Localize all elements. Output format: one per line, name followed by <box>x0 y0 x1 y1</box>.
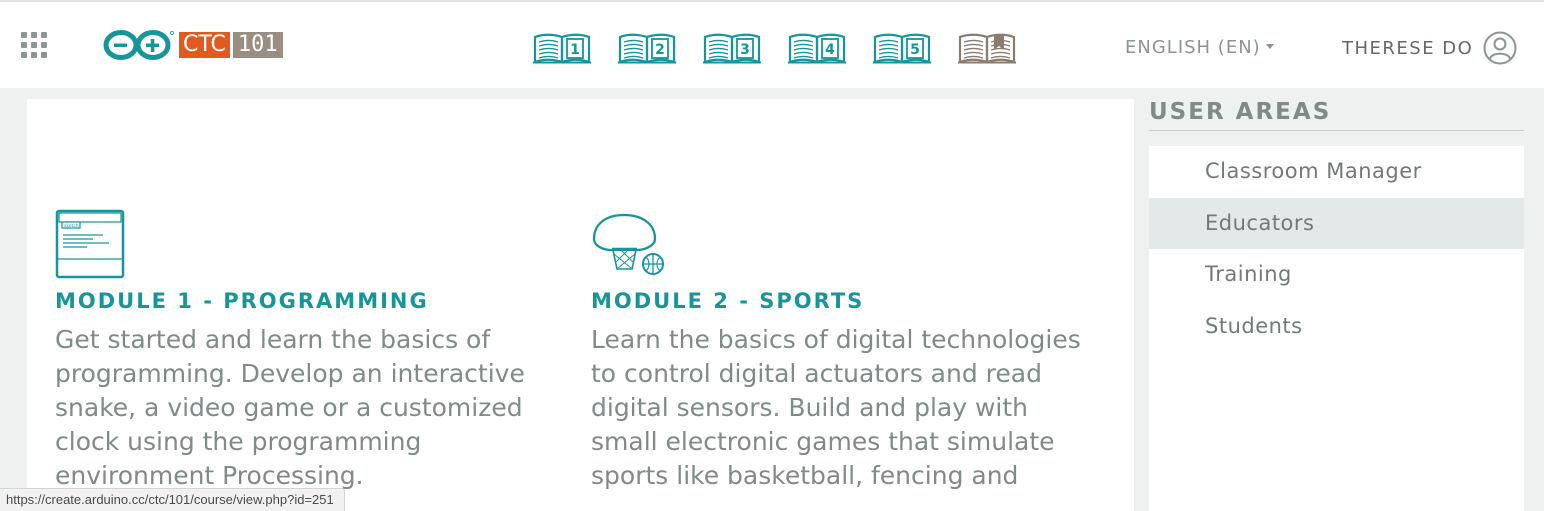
module-1-description: Get started and learn the basics of prog… <box>55 325 525 490</box>
arduino-logo-icon <box>103 30 175 60</box>
module-3-book-icon[interactable]: 3 <box>703 32 761 64</box>
caret-down-icon <box>1265 44 1274 49</box>
user-areas-sidebar: USER AREAS Classroom Manager Educators T… <box>1149 99 1524 511</box>
svg-text:sketch: sketch <box>64 223 79 229</box>
book-number-label: 5 <box>910 42 920 58</box>
user-avatar-icon <box>1483 31 1517 65</box>
module-2-book-icon[interactable]: 2 <box>618 32 676 64</box>
user-menu[interactable]: THERESE DO <box>1342 31 1517 65</box>
sidebar-item-educators[interactable]: Educators <box>1149 197 1524 249</box>
module-1-book-icon[interactable]: 1 <box>533 32 591 64</box>
link-status-url: https://create.arduino.cc/ctc/101/course… <box>0 488 345 511</box>
basketball-hoop-icon <box>592 213 664 275</box>
sidebar-item-classroom-manager[interactable]: Classroom Manager <box>1149 146 1524 198</box>
language-dropdown[interactable]: ENGLISH (EN) <box>1125 37 1274 58</box>
book-number-label: 1 <box>570 42 580 58</box>
module-2-title[interactable]: MODULE 2 - SPORTS <box>591 289 1081 313</box>
sidebar-item-students[interactable]: Students <box>1149 301 1524 353</box>
logo-ctc-text: CTC <box>179 32 230 58</box>
book-number-label: 3 <box>740 42 750 58</box>
top-navigation-bar: CTC 101 1 2 3 4 5 ENGLISH (EN) THERESE DO <box>0 0 1544 88</box>
logo-101-text: 101 <box>232 32 283 58</box>
module-2-card[interactable]: MODULE 2 - SPORTS Learn the basics of di… <box>591 209 1081 493</box>
sidebar-item-training[interactable]: Training <box>1149 249 1524 301</box>
user-name: THERESE DO <box>1342 37 1474 59</box>
user-areas-list: Classroom Manager Educators Training Stu… <box>1149 146 1524 511</box>
module-books-nav: 1 2 3 4 5 <box>533 32 1016 64</box>
module-1-card[interactable]: sketch MODULE 1 - PROGRAMMING Get starte… <box>55 209 545 493</box>
apps-grid-icon[interactable] <box>21 32 47 58</box>
ctc-101-logo[interactable]: CTC 101 <box>103 29 283 61</box>
modules-card: sketch MODULE 1 - PROGRAMMING Get starte… <box>27 99 1134 511</box>
book-number-label: 4 <box>825 42 835 58</box>
module-5-book-icon[interactable]: 5 <box>873 32 931 64</box>
user-areas-title: USER AREAS <box>1149 99 1524 131</box>
resources-book-icon[interactable] <box>958 32 1016 64</box>
language-label: ENGLISH (EN) <box>1125 37 1261 58</box>
code-window-icon: sketch <box>55 209 125 279</box>
module-4-book-icon[interactable]: 4 <box>788 32 846 64</box>
module-1-title[interactable]: MODULE 1 - PROGRAMMING <box>55 289 545 313</box>
module-2-description: Learn the basics of digital technologies… <box>591 325 1081 490</box>
book-number-label: 2 <box>655 42 665 58</box>
